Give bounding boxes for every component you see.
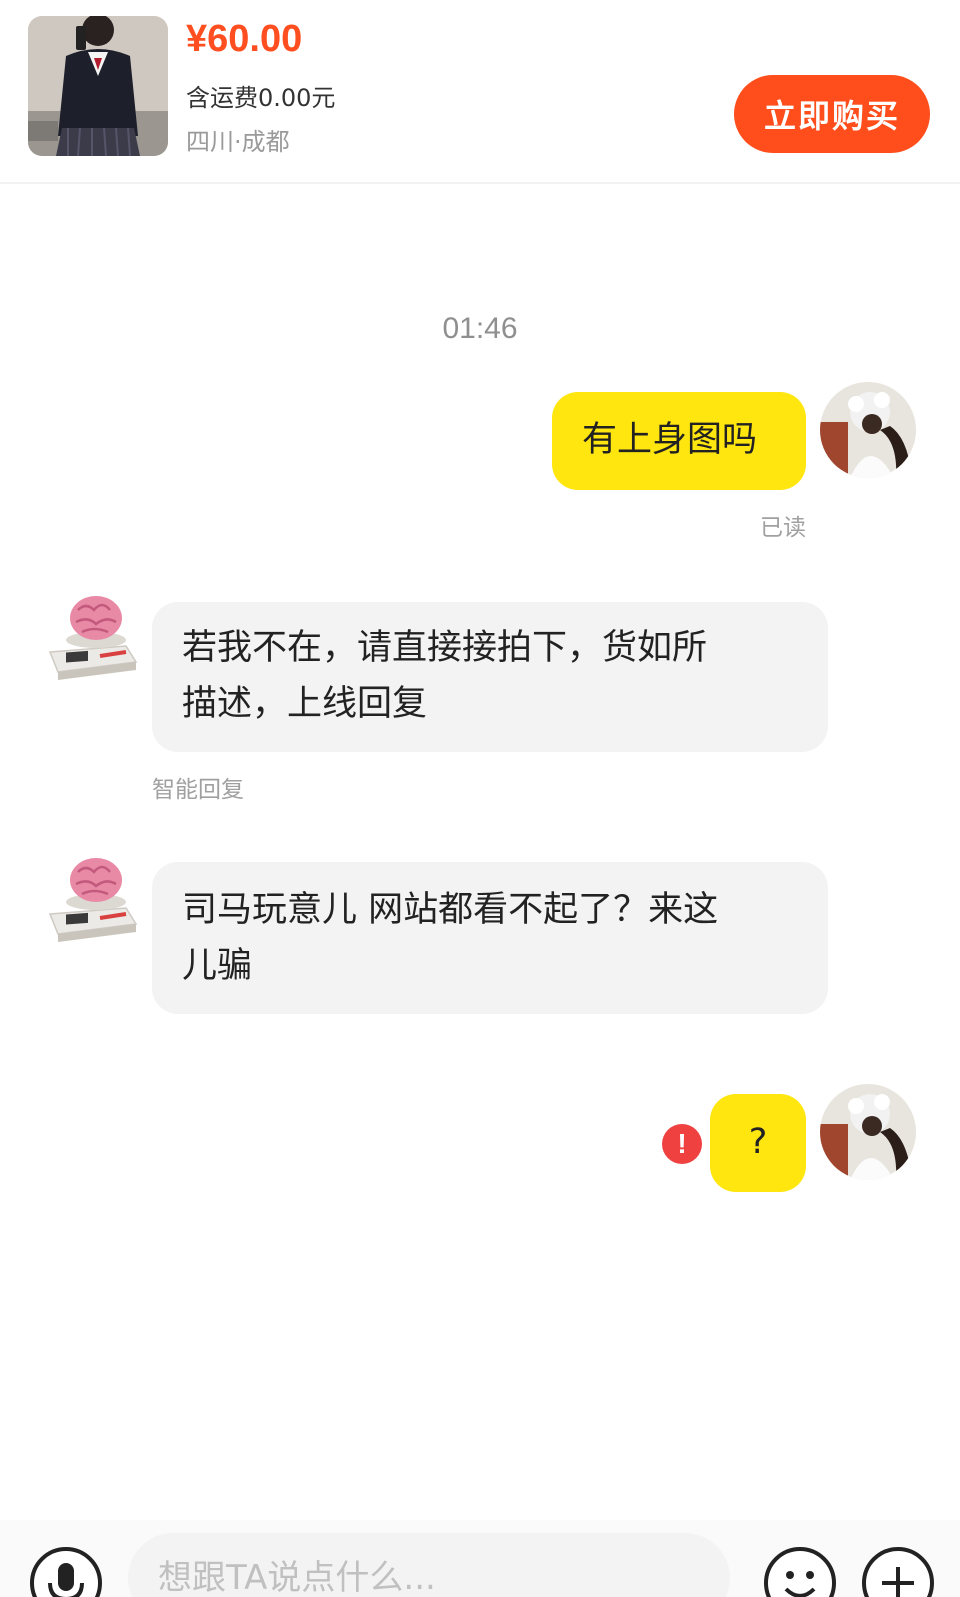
buy-now-button[interactable]: 立即购买	[734, 75, 930, 153]
message-input[interactable]	[128, 1533, 730, 1597]
seller-message-bubble[interactable]: 若我不在，请直接接拍下，货如所 描述，上线回复	[152, 602, 828, 752]
product-price: ¥60.00	[186, 18, 303, 60]
auto-reply-tag: 智能回复	[152, 777, 244, 803]
seller-message-bubble[interactable]: 司马玩意儿 网站都看不起了？来这 儿骗	[152, 862, 828, 1014]
message-text-line: 司马玩意儿 网站都看不起了？来这	[182, 890, 719, 930]
user-avatar-icon	[820, 382, 916, 478]
my-message-bubble[interactable]: ?	[710, 1094, 806, 1192]
chat-timestamp: 01:46	[442, 312, 518, 345]
voice-input-button[interactable]	[30, 1547, 102, 1597]
plus-icon	[882, 1567, 914, 1597]
my-message-bubble[interactable]: 有上身图吗	[552, 392, 806, 490]
chat-screen: ¥60.00 含运费0.00元 四川·成都 立即购买 01:46 有上身图吗 已…	[0, 0, 960, 1597]
message-text-line: 儿骗	[182, 946, 253, 986]
shipping-fee: 含运费0.00元	[186, 84, 336, 112]
my-avatar[interactable]	[820, 382, 916, 478]
more-options-button[interactable]	[862, 1547, 934, 1597]
product-photo-icon	[28, 16, 168, 156]
emoji-button[interactable]	[764, 1547, 836, 1597]
product-bar[interactable]: ¥60.00 含运费0.00元 四川·成都 立即购买	[0, 0, 960, 184]
my-avatar[interactable]	[820, 1084, 916, 1180]
message-text: ?	[748, 1122, 768, 1162]
brain-on-scale-icon	[48, 596, 138, 680]
seller-location: 四川·成都	[186, 128, 290, 156]
message-text-line: 若我不在，请直接接拍下，货如所	[182, 628, 708, 668]
brain-on-scale-icon	[48, 858, 138, 942]
seller-avatar[interactable]	[44, 590, 140, 686]
microphone-icon	[48, 1563, 84, 1597]
seller-avatar[interactable]	[44, 852, 140, 948]
send-failed-icon[interactable]: !	[662, 1124, 702, 1164]
emoji-icon	[784, 1571, 816, 1597]
user-avatar-icon	[820, 1084, 916, 1180]
read-status: 已读	[760, 515, 806, 541]
product-thumbnail[interactable]	[28, 16, 168, 156]
message-text-line: 描述，上线回复	[182, 684, 428, 724]
message-text: 有上身图吗	[582, 420, 758, 460]
